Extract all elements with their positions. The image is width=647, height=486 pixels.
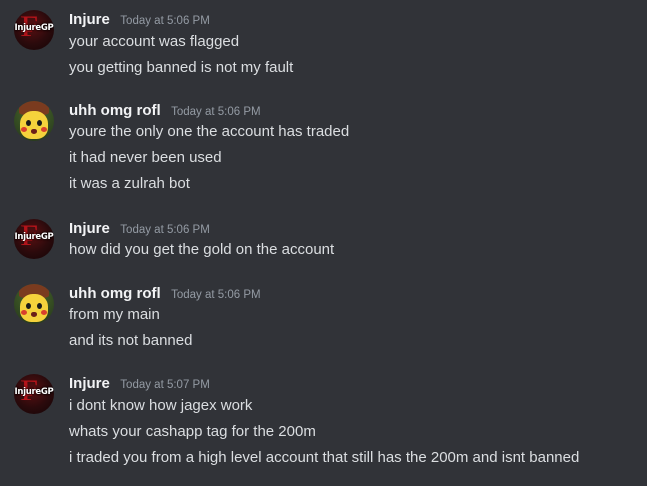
message-text: youre the only one the account has trade… — [69, 123, 350, 140]
message-text: how did you get the gold on the account — [69, 241, 335, 258]
message-text: it was a zulrah bot — [69, 175, 190, 192]
injuregp-avatar-icon[interactable]: ₣ InjureGP — [14, 374, 54, 414]
message-header: uhh omg rofl Today at 5:06 PM — [69, 284, 261, 304]
timestamp: Today at 5:06 PM — [171, 289, 261, 301]
pikachu-avatar-icon[interactable] — [14, 101, 54, 141]
chat-messages: ₣ InjureGP Injure Today at 5:06 PM your … — [0, 0, 647, 486]
username[interactable]: Injure — [69, 11, 110, 28]
username[interactable]: Injure — [69, 375, 110, 392]
message-text: whats your cashapp tag for the 200m — [69, 423, 316, 440]
message-text: your account was flagged — [69, 33, 240, 50]
timestamp: Today at 5:07 PM — [120, 379, 210, 391]
message-text: from my main — [69, 306, 160, 323]
message-text: you getting banned is not my fault — [69, 59, 294, 76]
pikachu-avatar-icon[interactable] — [14, 284, 54, 324]
injuregp-avatar-icon[interactable]: ₣ InjureGP — [14, 10, 54, 50]
timestamp: Today at 5:06 PM — [120, 224, 210, 236]
message-header: Injure Today at 5:06 PM — [69, 219, 210, 239]
timestamp: Today at 5:06 PM — [171, 106, 261, 118]
username[interactable]: uhh omg rofl — [69, 102, 161, 119]
injuregp-avatar-icon[interactable]: ₣ InjureGP — [14, 219, 54, 259]
message-header: uhh omg rofl Today at 5:06 PM — [69, 101, 261, 121]
message-text: i dont know how jagex work — [69, 397, 253, 414]
message-header: Injure Today at 5:06 PM — [69, 10, 210, 30]
message-header: Injure Today at 5:07 PM — [69, 374, 210, 394]
username[interactable]: Injure — [69, 220, 110, 237]
timestamp: Today at 5:06 PM — [120, 15, 210, 27]
message-text: and its not banned — [69, 332, 193, 349]
username[interactable]: uhh omg rofl — [69, 285, 161, 302]
message-text: i traded you from a high level account t… — [69, 449, 580, 466]
message-text: it had never been used — [69, 149, 222, 166]
